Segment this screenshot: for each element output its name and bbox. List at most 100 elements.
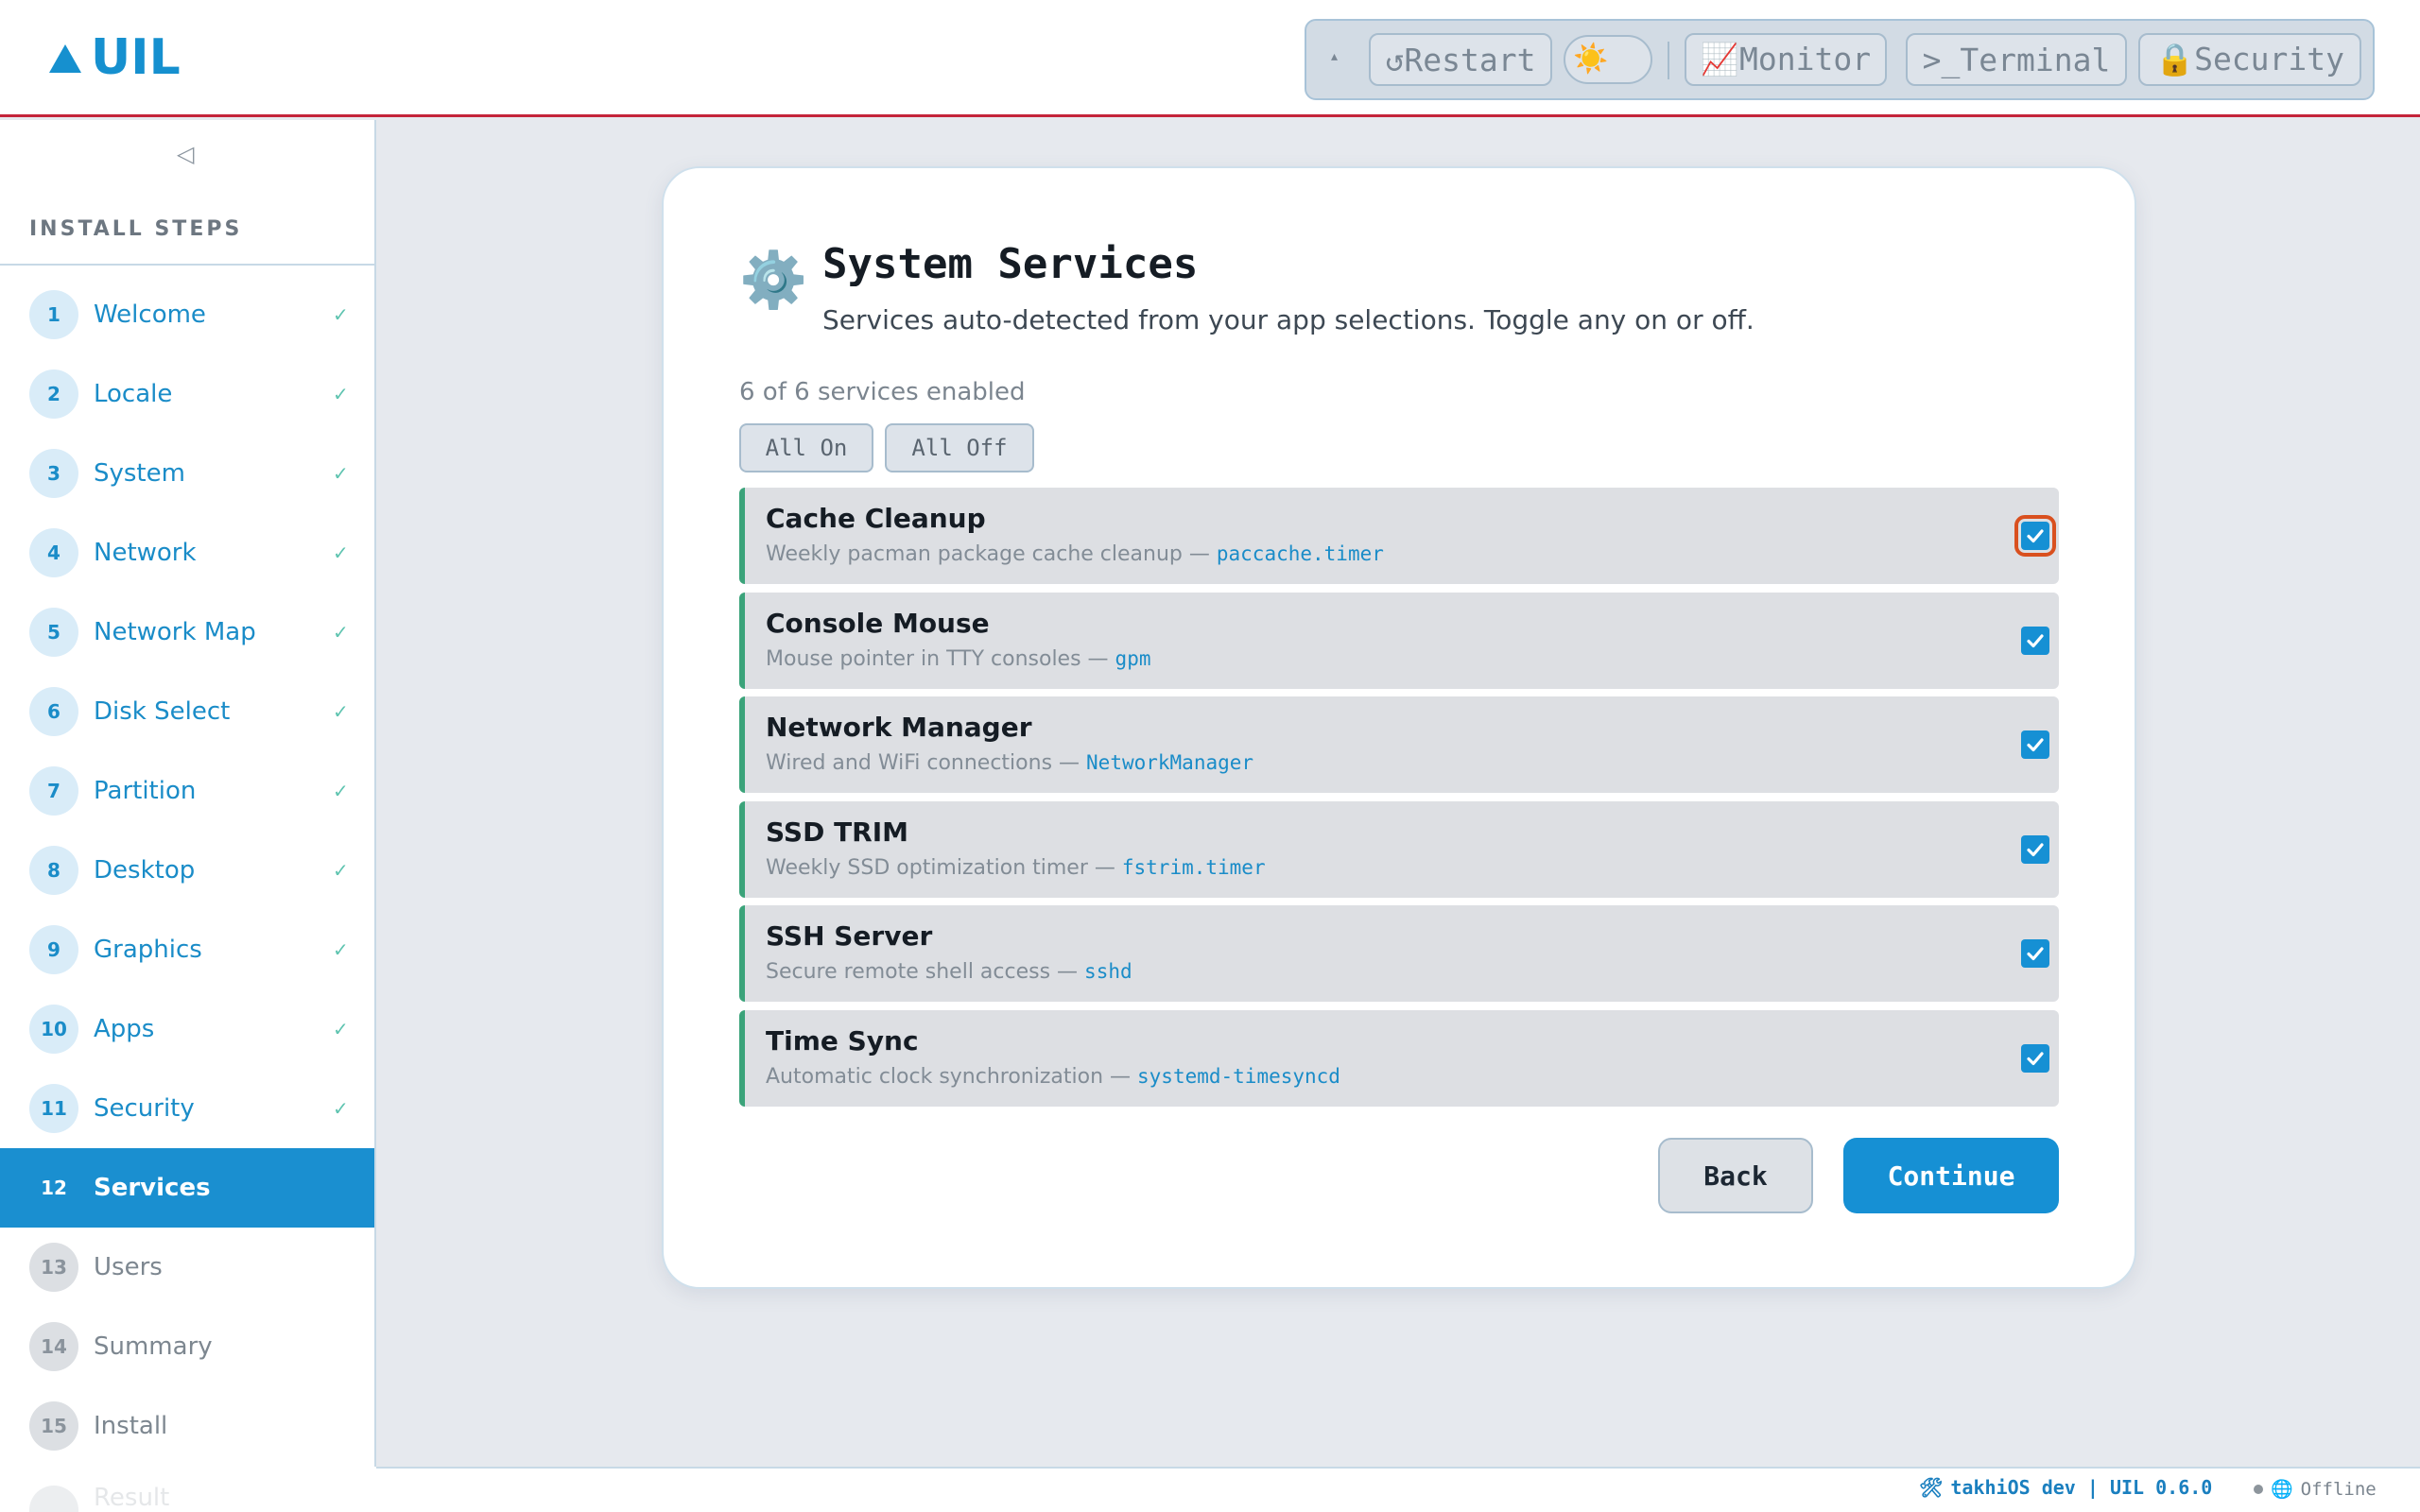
sidebar-item-summary[interactable]: 14 Summary — [0, 1307, 374, 1386]
app-logo: UIL — [49, 25, 181, 91]
sidebar-item-partition[interactable]: 7 Partition ✓ — [0, 751, 374, 831]
terminal-button[interactable]: >_Terminal — [1906, 33, 2127, 86]
sidebar-collapse-icon[interactable]: ◁ — [177, 141, 194, 167]
service-description: Weekly pacman package cache cleanup — pa… — [766, 542, 1384, 566]
service-enabled-checkbox[interactable] — [2021, 835, 2049, 864]
step-number: 14 — [29, 1322, 78, 1371]
sidebar-item-label: Apps — [94, 1015, 155, 1043]
service-enabled-checkbox[interactable] — [2021, 939, 2049, 968]
sidebar-item-label: Network Map — [94, 618, 256, 646]
sidebar-item-label: Users — [94, 1253, 163, 1281]
sidebar-item-welcome[interactable]: 1 Welcome ✓ — [0, 275, 374, 354]
service-enabled-checkbox[interactable] — [2021, 730, 2049, 759]
sidebar-item-label: System — [94, 459, 185, 488]
service-name: Time Sync — [766, 1025, 919, 1057]
all-on-button[interactable]: All On — [739, 423, 873, 472]
sun-icon: ☀️ — [1573, 43, 1609, 76]
service-description: Wired and WiFi connections — NetworkMana… — [766, 751, 1253, 775]
service-row[interactable]: Time Sync Automatic clock synchronization… — [739, 1010, 2059, 1107]
service-row[interactable]: SSD TRIM Weekly SSD optimization timer — … — [739, 801, 2059, 898]
sidebar-item-install[interactable]: 15 Install — [0, 1386, 374, 1466]
divider — [0, 264, 374, 266]
step-number: 8 — [29, 846, 78, 895]
sidebar-item-result-faded[interactable]: Result — [94, 1484, 169, 1512]
service-enabled-checkbox[interactable] — [2021, 627, 2049, 655]
checkmark-icon: ✓ — [333, 303, 349, 326]
logo-text: UIL — [91, 29, 181, 86]
service-enabled-checkbox[interactable] — [2014, 515, 2056, 557]
service-description: Automatic clock synchronization — system… — [766, 1065, 1340, 1089]
sidebar-item-disk-select[interactable]: 6 Disk Select ✓ — [0, 672, 374, 751]
sidebar-item-desktop[interactable]: 8 Desktop ✓ — [0, 831, 374, 910]
service-name: SSD TRIM — [766, 816, 909, 848]
all-off-button[interactable]: All Off — [885, 423, 1034, 472]
checkmark-icon: ✓ — [333, 700, 349, 723]
service-row[interactable]: SSH Server Secure remote shell access — s… — [739, 905, 2059, 1002]
sidebar-item-apps[interactable]: 10 Apps ✓ — [0, 989, 374, 1069]
sidebar-title: INSTALL STEPS — [29, 217, 243, 241]
sidebar-item-label: Disk Select — [94, 697, 231, 726]
gear-icon: ⚙️ — [739, 248, 808, 312]
sidebar-item-label: Desktop — [94, 856, 196, 885]
build-info: 🛠 takhiOS dev | UIL 0.6.0 — [1919, 1476, 2212, 1499]
checkmark-icon: ✓ — [333, 541, 349, 564]
checkmark-icon: ✓ — [333, 462, 349, 485]
sidebar-item-network[interactable]: 4 Network ✓ — [0, 513, 374, 593]
checkmark-icon — [2027, 1052, 2044, 1066]
toolbar-collapse-icon[interactable]: ▴ — [1331, 49, 1338, 64]
sidebar-item-services[interactable]: 12 Services — [0, 1148, 374, 1228]
service-row[interactable]: Network Manager Wired and WiFi connection… — [739, 696, 2059, 793]
step-number: 15 — [29, 1401, 78, 1451]
toolbar: ▴ ↺Restart ☀️ 📈Monitor >_Terminal 🔒Secur… — [1305, 19, 2375, 100]
step-number: 7 — [29, 766, 78, 816]
sidebar-item-graphics[interactable]: 9 Graphics ✓ — [0, 910, 374, 989]
sidebar-item-label: Partition — [94, 777, 197, 805]
continue-button[interactable]: Continue — [1843, 1138, 2059, 1213]
sidebar-item-label: Graphics — [94, 936, 202, 964]
service-enabled-checkbox[interactable] — [2021, 1044, 2049, 1073]
toolbar-divider — [1668, 42, 1669, 79]
back-button[interactable]: Back — [1658, 1138, 1813, 1213]
step-number: 6 — [29, 687, 78, 736]
step-number: 11 — [29, 1084, 78, 1133]
service-unit: systemd-timesyncd — [1137, 1065, 1340, 1088]
checkmark-icon — [2027, 529, 2044, 543]
checkmark-icon — [2027, 843, 2044, 857]
restart-button[interactable]: ↺Restart — [1369, 33, 1552, 86]
service-name: Network Manager — [766, 712, 1032, 743]
step-number: 2 — [29, 369, 78, 419]
service-unit: fstrim.timer — [1121, 856, 1266, 879]
globe-icon: 🌐 — [2271, 1479, 2293, 1500]
service-row[interactable]: Cache Cleanup Weekly pacman package cache… — [739, 488, 2059, 584]
service-unit: paccache.timer — [1216, 542, 1384, 565]
checkmark-icon — [2027, 634, 2044, 648]
service-description-text: Wired and WiFi connections — — [766, 751, 1087, 775]
checkmark-icon: ✓ — [333, 938, 349, 961]
sidebar-item-locale[interactable]: 2 Locale ✓ — [0, 354, 374, 434]
step-number: 9 — [29, 925, 78, 974]
service-description: Secure remote shell access — sshd — [766, 960, 1132, 984]
service-row[interactable]: Console Mouse Mouse pointer in TTY consol… — [739, 593, 2059, 689]
theme-toggle[interactable]: ☀️ — [1564, 35, 1652, 84]
checkmark-icon: ✓ — [333, 1018, 349, 1040]
status-dot-icon — [2254, 1484, 2263, 1494]
step-number: 4 — [29, 528, 78, 577]
sidebar-item-security[interactable]: 11 Security ✓ — [0, 1069, 374, 1148]
sidebar-item-system[interactable]: 3 System ✓ — [0, 434, 374, 513]
sidebar-item-users[interactable]: 13 Users — [0, 1228, 374, 1307]
checkmark-icon — [2027, 738, 2044, 752]
sidebar-item-label: Install — [94, 1412, 168, 1440]
sidebar: ◁ INSTALL STEPS 1 Welcome ✓ 2 Locale ✓ 3 System… — [0, 120, 376, 1467]
step-number: 13 — [29, 1243, 78, 1292]
service-name: SSH Server — [766, 920, 933, 952]
monitor-button[interactable]: 📈Monitor — [1685, 33, 1887, 86]
sidebar-item-label: Locale — [94, 380, 173, 408]
service-name: Console Mouse — [766, 608, 990, 639]
sidebar-item-network-map[interactable]: 5 Network Map ✓ — [0, 593, 374, 672]
step-number: 12 — [41, 1177, 67, 1199]
service-description-text: Automatic clock synchronization — — [766, 1065, 1138, 1089]
security-button[interactable]: 🔒Security — [2138, 33, 2361, 86]
service-description-text: Mouse pointer in TTY consoles — — [766, 647, 1115, 671]
step-number: 1 — [29, 290, 78, 339]
service-unit: sshd — [1084, 960, 1132, 983]
